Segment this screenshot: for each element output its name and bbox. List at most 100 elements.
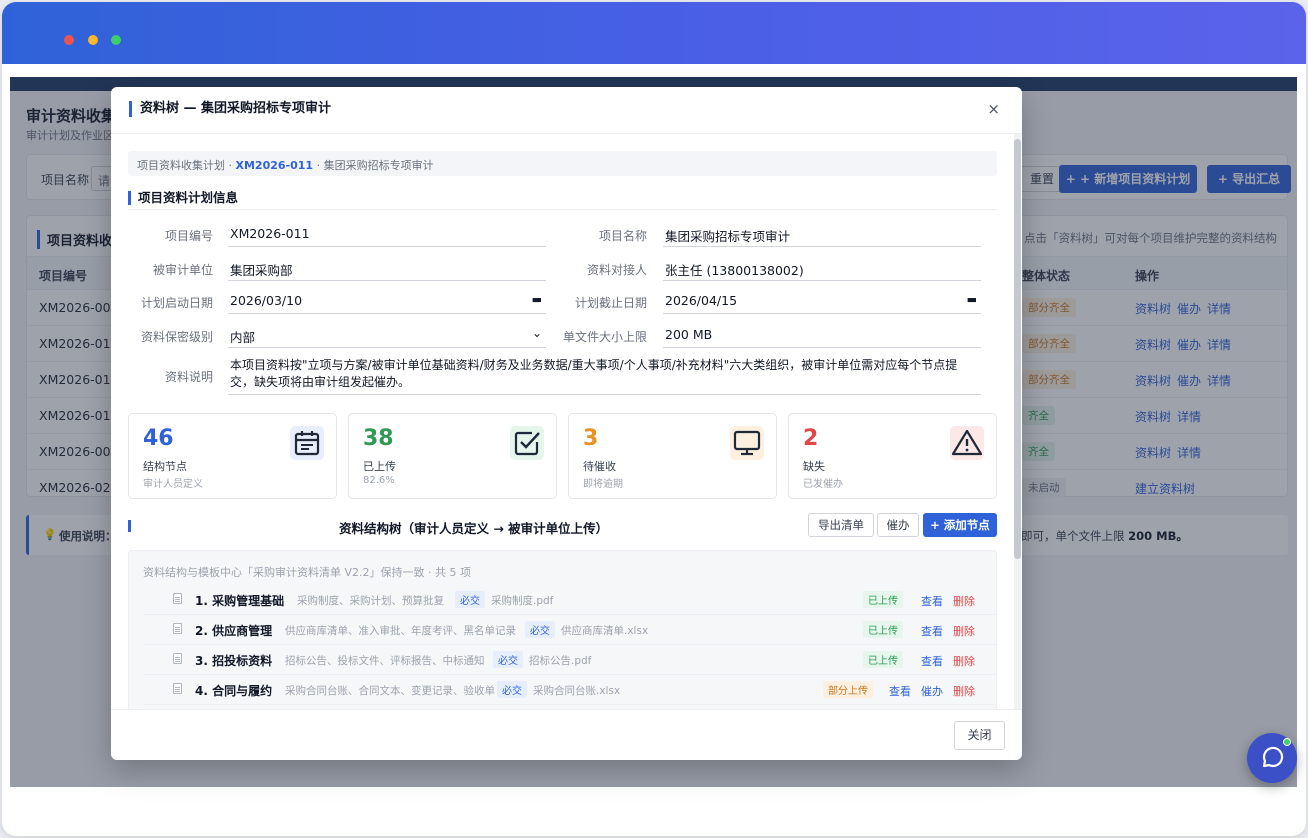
stat-number: 46 bbox=[143, 426, 174, 451]
modal-title: 资料树 — 集团采购招标专项审计 bbox=[129, 101, 331, 117]
node-description: 招标公告、投标文件、评标报告、中标通知 bbox=[285, 655, 485, 667]
document-icon bbox=[173, 683, 182, 694]
field-label-secrecy: 资料保密级别 bbox=[140, 330, 213, 344]
project-name-field[interactable]: 集团采购招标专项审计 bbox=[663, 221, 981, 247]
contact-input[interactable]: 张主任 (13800138002) bbox=[663, 255, 981, 281]
node-description: 供应商库清单、准入审批、年度考评、黑名单记录 bbox=[285, 625, 516, 637]
document-icon bbox=[173, 623, 182, 634]
modal-footer: 关闭 bbox=[111, 709, 1022, 760]
online-indicator bbox=[1283, 738, 1291, 746]
node-description: 采购合同台账、合同文本、变更记录、验收单 bbox=[285, 685, 495, 697]
tree-node[interactable]: 1. 采购管理基础 采购制度、采购计划、预算批复 必交 采购制度.pdf 已上传 查看 删除 bbox=[143, 585, 996, 615]
node-description: 采购制度、采购计划、预算批复 bbox=[297, 595, 444, 607]
view-link[interactable]: 查看 bbox=[921, 593, 943, 609]
stat-card-nodes: 46 结构节点 审计人员定义 bbox=[128, 413, 337, 499]
start-date-input[interactable]: 2026/03/10 ▬ bbox=[228, 288, 546, 314]
max-size-input[interactable]: 200 MB bbox=[663, 322, 981, 348]
delete-link[interactable]: 删除 bbox=[953, 653, 975, 669]
stat-label: 待催收 bbox=[583, 460, 616, 473]
tree-node[interactable]: 4. 合同与履约 采购合同台账、合同文本、变更记录、验收单 必交 采购合同台账.xls… bbox=[143, 675, 996, 705]
node-name: 2. 供应商管理 bbox=[195, 624, 273, 638]
node-name: 1. 采购管理基础 bbox=[195, 594, 285, 608]
node-file-name[interactable]: 采购合同台账.xlsx bbox=[533, 683, 620, 698]
field-label-description: 资料说明 bbox=[164, 370, 213, 384]
node-name: 4. 合同与履约 bbox=[195, 684, 273, 698]
delete-link[interactable]: 删除 bbox=[953, 623, 975, 639]
close-window-dot[interactable] bbox=[64, 35, 74, 45]
audited-unit-input[interactable]: 集团采购部 bbox=[228, 255, 546, 281]
section-info-title: 项目资料计划信息 bbox=[128, 191, 238, 205]
monitor-icon bbox=[730, 426, 764, 460]
modal-scroll-thumb[interactable] bbox=[1014, 139, 1021, 559]
modal-header: 资料树 — 集团采购招标专项审计 × bbox=[111, 87, 1022, 134]
field-label-project-name: 项目名称 bbox=[598, 229, 647, 243]
field-label-end-date: 计划截止日期 bbox=[574, 296, 647, 310]
stat-card-pending: 3 待催收 即将逾期 bbox=[568, 413, 777, 499]
tree-node[interactable]: 2. 供应商管理 供应商库清单、准入审批、年度考评、黑名单记录 必交 供应商库清单.x… bbox=[143, 615, 996, 645]
field-label-start-date: 计划启动日期 bbox=[140, 296, 213, 310]
field-label-project-no: 项目编号 bbox=[164, 229, 213, 243]
node-file-name[interactable]: 采购制度.pdf bbox=[491, 593, 553, 608]
minimize-window-dot[interactable] bbox=[88, 35, 98, 45]
remind-button[interactable]: 催办 bbox=[877, 513, 919, 537]
required-badge: 必交 bbox=[455, 591, 485, 608]
stat-number: 2 bbox=[803, 426, 819, 451]
check-square-icon bbox=[510, 426, 544, 460]
upload-status-badge: 已上传 bbox=[863, 651, 903, 668]
view-link[interactable]: 查看 bbox=[921, 623, 943, 639]
stat-card-uploaded: 38 已上传 82.6% bbox=[348, 413, 557, 499]
tree-section-marker bbox=[128, 520, 131, 532]
field-label-contact: 资料对接人 bbox=[586, 263, 647, 277]
maximize-window-dot[interactable] bbox=[111, 35, 121, 45]
tree-section-title: 资料结构树（审计人员定义 → 被审计单位上传） bbox=[339, 521, 609, 536]
description-textarea[interactable]: 本项目资料按"立项与方案/被审计单位基础资料/财务及业务数据/重大事项/个人事项… bbox=[228, 355, 981, 395]
resource-tree: 资料结构与模板中心「采购审计资料清单 V2.2」保持一致 · 共 5 项 1. … bbox=[128, 550, 997, 709]
required-badge: 必交 bbox=[525, 621, 555, 638]
modal-body: 项目资料收集计划 · XM2026-011 · 集团采购招标专项审计 项目资料计… bbox=[111, 134, 1022, 709]
export-list-button[interactable]: 导出清单 bbox=[808, 513, 874, 537]
node-file-name[interactable]: 供应商库清单.xlsx bbox=[561, 623, 648, 638]
project-no-input[interactable]: XM2026-011 bbox=[228, 221, 546, 247]
stat-sub: 已发催办 bbox=[803, 479, 843, 490]
document-icon bbox=[173, 653, 182, 664]
calendar-picker-icon[interactable]: ▬ bbox=[532, 293, 542, 306]
tree-meta: 资料结构与模板中心「采购审计资料清单 V2.2」保持一致 · 共 5 项 bbox=[143, 566, 471, 579]
stat-label: 结构节点 bbox=[143, 460, 187, 473]
delete-link[interactable]: 删除 bbox=[953, 683, 975, 699]
stat-sub: 审计人员定义 bbox=[143, 479, 203, 490]
calendar-picker-icon[interactable]: ▬ bbox=[967, 293, 977, 306]
view-link[interactable]: 查看 bbox=[889, 683, 911, 699]
breadcrumb-project-id[interactable]: XM2026-011 bbox=[236, 159, 314, 172]
required-badge: 必交 bbox=[493, 651, 523, 668]
stat-sub: 即将逾期 bbox=[583, 479, 623, 490]
close-button[interactable]: 关闭 bbox=[954, 721, 1005, 750]
required-badge: 必交 bbox=[497, 681, 527, 698]
delete-link[interactable]: 删除 bbox=[953, 593, 975, 609]
tree-node[interactable]: 3. 招投标资料 招标公告、投标文件、评标报告、中标通知 必交 招标公告.pdf 已上传… bbox=[143, 645, 996, 675]
stat-sub: 82.6% bbox=[363, 475, 395, 486]
chevron-down-icon: ⌄ bbox=[531, 326, 542, 340]
warning-icon bbox=[950, 426, 984, 460]
stat-card-missing: 2 缺失 已发催办 bbox=[788, 413, 997, 499]
breadcrumb: 项目资料收集计划 · XM2026-011 · 集团采购招标专项审计 bbox=[128, 151, 997, 176]
upload-status-badge: 已上传 bbox=[863, 621, 903, 638]
remind-link[interactable]: 催办 bbox=[921, 683, 943, 699]
view-link[interactable]: 查看 bbox=[921, 653, 943, 669]
field-label-audited-unit: 被审计单位 bbox=[152, 263, 213, 277]
node-file-name[interactable]: 招标公告.pdf bbox=[529, 653, 591, 668]
upload-status-badge: 已上传 bbox=[863, 591, 903, 608]
stat-label: 缺失 bbox=[803, 460, 825, 473]
window-titlebar bbox=[2, 2, 1306, 64]
stat-number: 3 bbox=[583, 426, 599, 451]
close-icon[interactable]: × bbox=[987, 100, 1000, 118]
document-icon bbox=[173, 593, 182, 604]
resource-tree-modal: 资料树 — 集团采购招标专项审计 × 项目资料收集计划 · XM2026-011… bbox=[111, 87, 1022, 760]
add-node-button[interactable]: + 添加节点 bbox=[923, 513, 997, 537]
section-divider bbox=[128, 209, 997, 210]
stat-label: 已上传 bbox=[363, 460, 396, 473]
stat-number: 38 bbox=[363, 426, 394, 451]
end-date-input[interactable]: 2026/04/15 ▬ bbox=[663, 288, 981, 314]
field-label-max-size: 单文件大小上限 bbox=[562, 330, 647, 344]
calendar-icon bbox=[290, 426, 324, 460]
secrecy-select[interactable]: 内部 ⌄ bbox=[228, 322, 546, 348]
